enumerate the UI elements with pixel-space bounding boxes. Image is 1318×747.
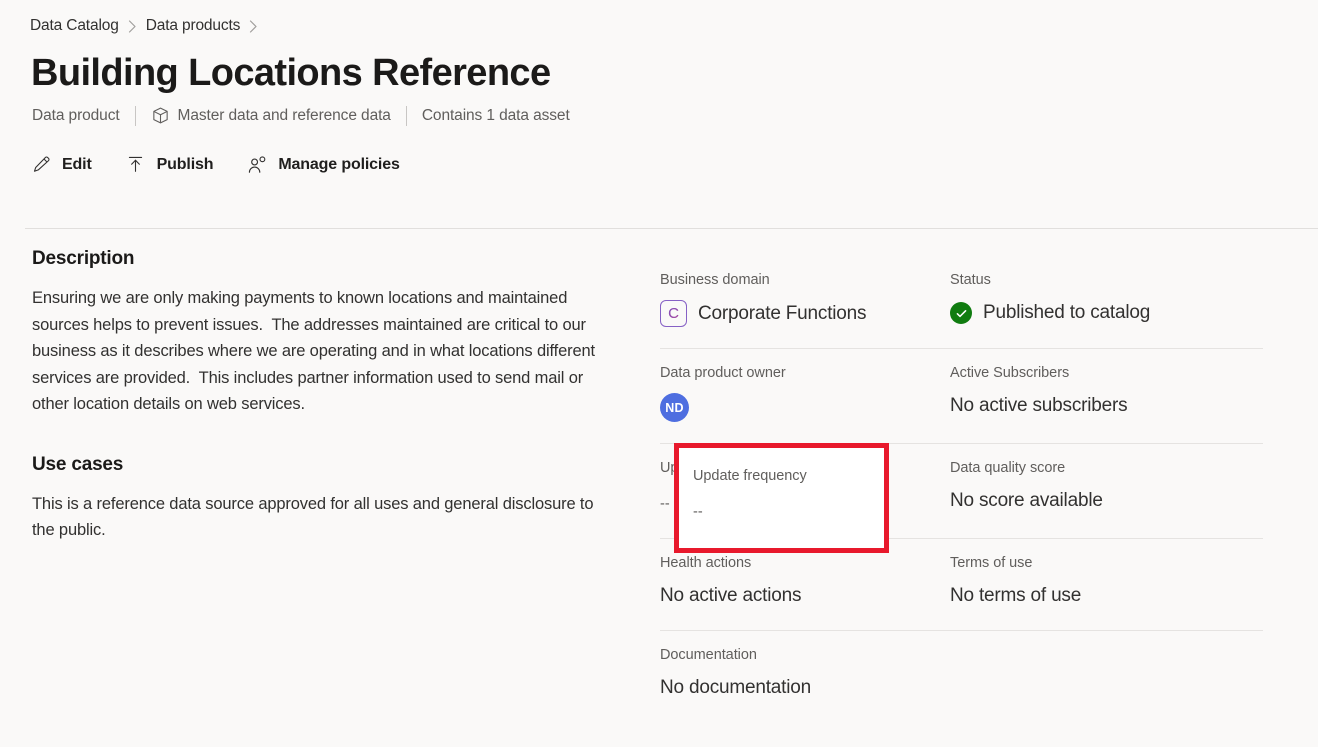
metadata-field-health-actions: Health actions No active actions bbox=[660, 539, 950, 631]
active-subscribers-label: Active Subscribers bbox=[950, 365, 1070, 381]
metadata-field-update-frequency: Update frequency -- bbox=[660, 444, 950, 539]
edit-button-label: Edit bbox=[62, 155, 92, 173]
metadata-row-1: Business domain C Corporate Functions St… bbox=[660, 256, 1263, 349]
subtitle-asset-count: Contains 1 data asset bbox=[421, 106, 570, 124]
active-subscribers-value: No active subscribers bbox=[950, 395, 1128, 416]
business-domain-chip-icon: C bbox=[660, 300, 687, 327]
subtitle-domain-label: Master data and reference data bbox=[177, 106, 391, 124]
breadcrumb: Data Catalog Data products bbox=[0, 0, 1318, 35]
business-domain-value[interactable]: Corporate Functions bbox=[698, 301, 867, 327]
check-circle-icon bbox=[950, 302, 972, 324]
manage-policies-button-label: Manage policies bbox=[278, 155, 400, 173]
breadcrumb-item-data-catalog[interactable]: Data Catalog bbox=[30, 17, 119, 35]
status-value-row: Published to catalog bbox=[950, 300, 1263, 326]
edit-button[interactable]: Edit bbox=[31, 151, 104, 179]
update-frequency-value: -- bbox=[660, 496, 670, 512]
metadata-field-status: Status Published to catalog bbox=[950, 256, 1263, 349]
status-label: Status bbox=[950, 272, 991, 288]
metadata-panel: Business domain C Corporate Functions St… bbox=[660, 229, 1318, 747]
page-subtitle: Data product Master data and reference d… bbox=[0, 96, 1318, 126]
manage-policies-button[interactable]: Manage policies bbox=[247, 151, 411, 179]
use-cases-section-title: Use cases bbox=[32, 453, 124, 475]
metadata-field-data-product-owner: Data product owner ND bbox=[660, 349, 950, 444]
chevron-right-icon-trailing bbox=[249, 19, 258, 33]
data-product-owner-label: Data product owner bbox=[660, 365, 786, 381]
metadata-field-data-quality-score: Data quality score No score available bbox=[950, 444, 1263, 539]
terms-of-use-value: No terms of use bbox=[950, 585, 1082, 606]
subtitle-divider-2 bbox=[405, 105, 407, 126]
health-actions-label: Health actions bbox=[660, 555, 752, 571]
update-frequency-label: Update frequency bbox=[660, 460, 774, 476]
use-cases-section-body: This is a reference data source approved… bbox=[32, 494, 598, 540]
breadcrumb-item-data-products[interactable]: Data products bbox=[146, 17, 241, 35]
documentation-value: No documentation bbox=[660, 677, 812, 698]
metadata-row-3: Update frequency -- Data quality score N… bbox=[660, 444, 1263, 539]
publish-button[interactable]: Publish bbox=[126, 151, 226, 179]
data-quality-score-value: No score available bbox=[950, 490, 1103, 511]
metadata-row-4: Health actions No active actions Terms o… bbox=[660, 539, 1263, 631]
business-domain-chip-initial: C bbox=[668, 301, 679, 327]
metadata-row-2: Data product owner ND Active Subscribers… bbox=[660, 349, 1263, 444]
documentation-label: Documentation bbox=[660, 647, 757, 663]
data-product-owner-value-row: ND bbox=[660, 393, 950, 422]
metadata-field-business-domain: Business domain C Corporate Functions bbox=[660, 256, 950, 349]
subtitle-type-label: Data product bbox=[32, 106, 120, 124]
metadata-row-5: Documentation No documentation bbox=[660, 631, 1263, 723]
chevron-right-icon bbox=[128, 19, 137, 33]
publish-up-arrow-icon bbox=[126, 155, 146, 175]
data-quality-score-label: Data quality score bbox=[950, 460, 1066, 476]
command-bar: Edit Publish Manage policies bbox=[0, 126, 1318, 179]
terms-of-use-label: Terms of use bbox=[950, 555, 1033, 571]
metadata-field-active-subscribers: Active Subscribers No active subscribers bbox=[950, 349, 1263, 444]
business-domain-value-row: C Corporate Functions bbox=[660, 300, 950, 327]
cube-icon bbox=[151, 106, 170, 125]
business-domain-label: Business domain bbox=[660, 272, 770, 288]
page-header: Data Catalog Data products Building Loca… bbox=[0, 0, 1318, 179]
person-policy-icon bbox=[247, 155, 267, 175]
subtitle-domain: Master data and reference data bbox=[151, 106, 391, 125]
pencil-icon bbox=[31, 155, 51, 175]
avatar[interactable]: ND bbox=[660, 393, 689, 422]
description-section-title: Description bbox=[32, 248, 135, 269]
metadata-field-terms-of-use: Terms of use No terms of use bbox=[950, 539, 1263, 631]
metadata-field-documentation: Documentation No documentation bbox=[660, 631, 1263, 723]
publish-button-label: Publish bbox=[156, 155, 214, 173]
subtitle-divider-1 bbox=[134, 105, 136, 126]
status-value: Published to catalog bbox=[983, 302, 1151, 323]
content-area: Description Ensuring we are only making … bbox=[0, 229, 1318, 747]
page-title: Building Locations Reference bbox=[31, 52, 551, 94]
health-actions-value: No active actions bbox=[660, 585, 802, 606]
description-section-body: Ensuring we are only making payments to … bbox=[32, 289, 600, 413]
left-column: Description Ensuring we are only making … bbox=[0, 229, 660, 747]
